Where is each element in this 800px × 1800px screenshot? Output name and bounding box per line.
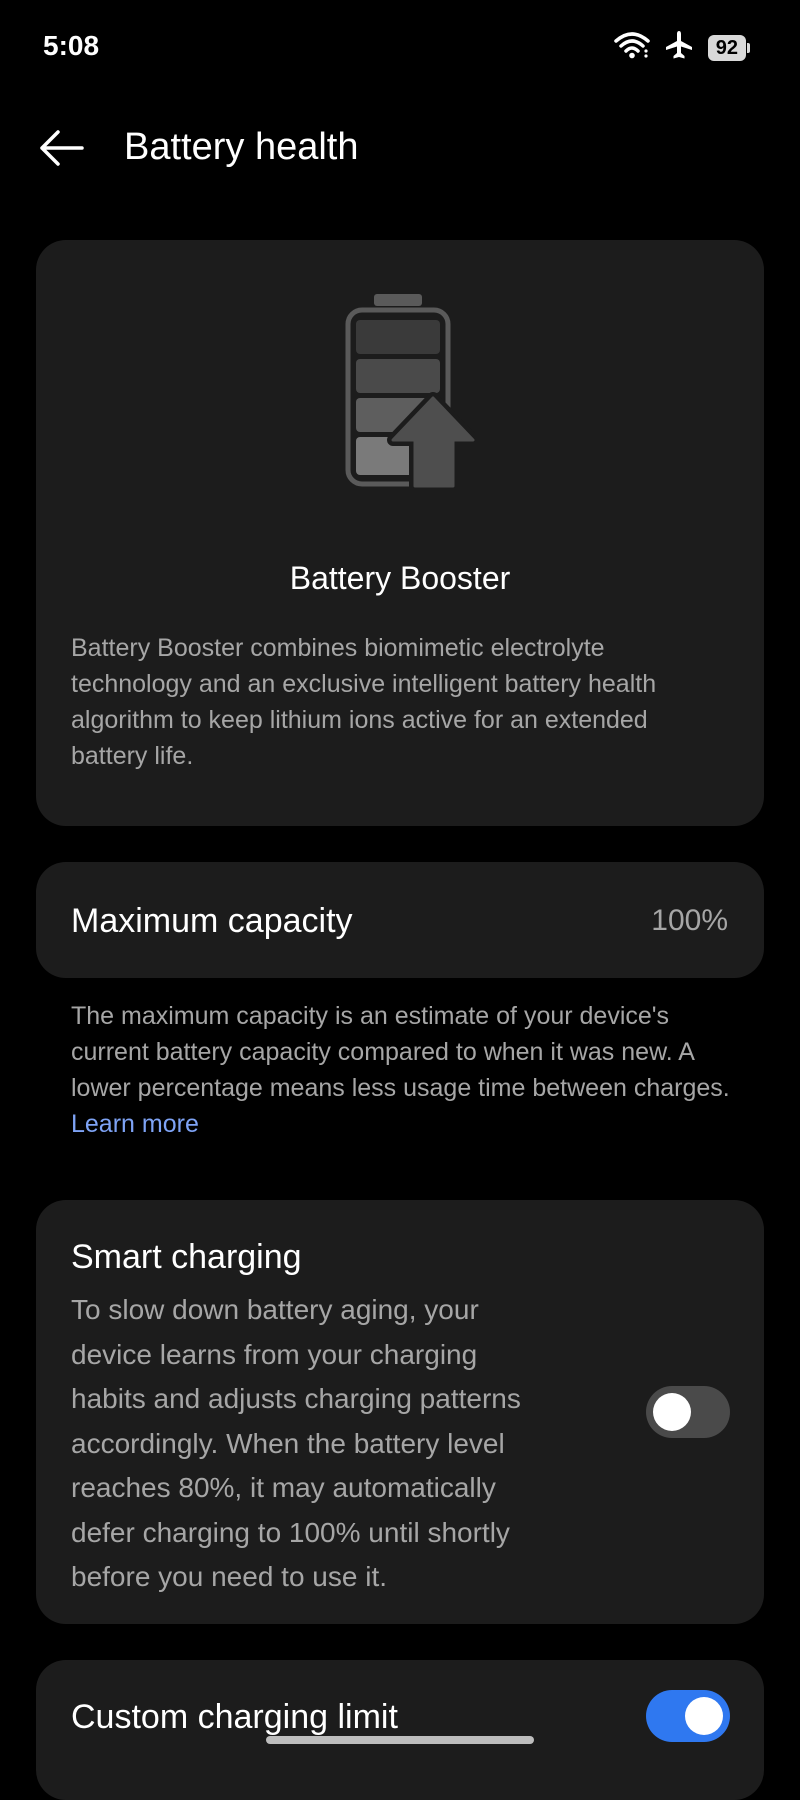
custom-charging-limit-toggle[interactable]	[646, 1690, 730, 1742]
page-title: Battery health	[124, 126, 359, 168]
battery-booster-card: Battery Booster Battery Booster combines…	[36, 240, 764, 826]
home-indicator[interactable]	[266, 1736, 534, 1744]
back-button[interactable]	[36, 122, 88, 174]
custom-charging-limit-title: Custom charging limit	[71, 1698, 398, 1736]
status-icons: 92	[614, 30, 750, 65]
toggle-knob	[653, 1393, 691, 1431]
airplane-mode-icon	[664, 30, 694, 65]
battery-level: 92	[707, 34, 746, 61]
booster-title: Battery Booster	[289, 560, 511, 596]
smart-charging-description: To slow down battery aging, your device …	[71, 1294, 521, 1592]
battery-booster-icon	[336, 288, 479, 503]
custom-charging-limit-card: Custom charging limit	[36, 1660, 764, 1800]
learn-more-link[interactable]: Learn more	[71, 1110, 199, 1138]
status-bar: 5:08 92	[0, 0, 800, 96]
wifi-icon	[614, 31, 650, 64]
booster-description: Battery Booster combines biomimetic elec…	[71, 634, 657, 770]
battery-nub	[747, 42, 750, 53]
maximum-capacity-label: Maximum capacity	[71, 902, 353, 940]
status-time: 5:08	[43, 30, 100, 61]
smart-charging-title: Smart charging	[71, 1238, 302, 1276]
maximum-capacity-value: 100%	[651, 904, 728, 937]
maximum-capacity-row[interactable]: Maximum capacity 100%	[36, 862, 764, 978]
battery-icon: 92	[707, 34, 750, 61]
toggle-knob	[685, 1697, 723, 1735]
capacity-note: The maximum capacity is an estimate of y…	[71, 998, 731, 1142]
back-arrow-icon	[40, 130, 84, 166]
smart-charging-toggle[interactable]	[646, 1386, 730, 1438]
smart-charging-card: Smart charging To slow down battery agin…	[36, 1200, 764, 1624]
app-bar: Battery health	[0, 108, 800, 188]
capacity-note-text: The maximum capacity is an estimate of y…	[71, 1002, 730, 1102]
